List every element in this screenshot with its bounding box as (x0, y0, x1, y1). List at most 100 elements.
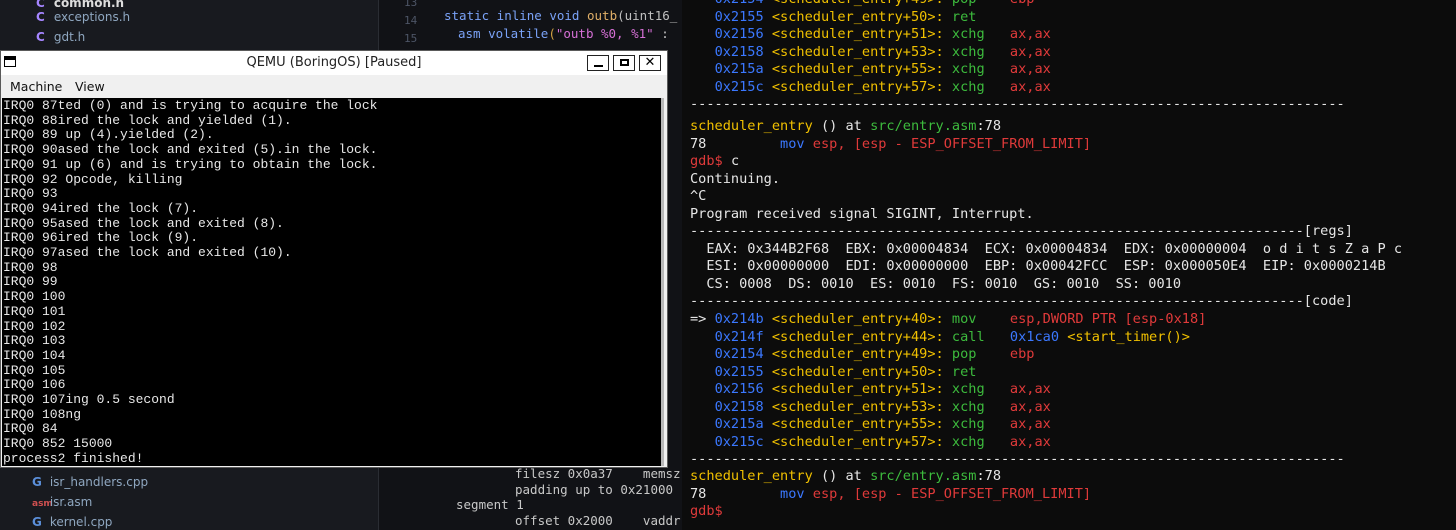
file-name: isr.asm (49, 495, 93, 509)
console-line: IRQ0 101 (3, 303, 66, 319)
file-name: gdt.h (53, 30, 86, 44)
asm-line: 0x215c <scheduler_entry+57>: xchg ax,ax (690, 79, 1051, 96)
gdb-input-line[interactable]: gdb$ (690, 503, 723, 520)
asm-symbol: <scheduler_entry+49>: (772, 0, 944, 7)
scrollbar[interactable] (661, 98, 664, 466)
registers-line: EAX: 0x344B2F68 EBX: 0x00004834 ECX: 0x0… (690, 241, 1403, 257)
file-item-isr-asm[interactable]: asm isr.asm (32, 495, 92, 509)
minimize-button[interactable] (587, 55, 609, 71)
c-file-icon: C (36, 30, 45, 44)
console-line: process2 finished! (3, 450, 144, 466)
asm-symbol: <scheduler_entry+50>: (771, 363, 944, 380)
asm-line: 0x2155 <scheduler_entry+50>: ret (690, 9, 1010, 26)
console-line: IRQ0 92 Opcode, killing (3, 171, 183, 187)
asm-operands: ax,ax (1009, 78, 1051, 95)
asm-operands: 0x1ca0 (1009, 328, 1060, 345)
source-line: 78 mov esp, [esp - ESP_OFFSET_FROM_LIMIT… (690, 486, 1092, 502)
console-line: IRQ0 90ased the lock and exited (5).in t… (3, 142, 378, 158)
file-item-exceptions[interactable]: C exceptions.h (36, 10, 130, 24)
vm-display[interactable]: IRQ0 87ted (0) and is trying to acquire … (2, 98, 664, 466)
console-line: IRQ0 93 (3, 186, 58, 202)
close-button[interactable]: ✕ (639, 55, 661, 71)
c-file-icon: C (36, 10, 45, 24)
asm-mnemonic: xchg (951, 43, 985, 60)
asm-line: 0x2156 <scheduler_entry+51>: xchg ax,ax (690, 381, 1051, 398)
asm-symbol: <scheduler_entry+49>: (771, 346, 944, 362)
console-line: IRQ0 89 up (4).yielded (2). (3, 127, 214, 143)
elf-segment-label: segment 1 (456, 497, 524, 512)
asm-operands: ax,ax (1009, 381, 1051, 397)
line-number: 13 (404, 0, 418, 9)
window-app-icon[interactable] (4, 56, 16, 67)
gdb-terminal[interactable]: 0x2154 <scheduler_entry+49>: popebp 0x21… (682, 0, 1456, 530)
asm-mnemonic: xchg (951, 26, 985, 42)
asm-operands: ax,ax (1009, 26, 1051, 42)
maximize-button[interactable] (613, 55, 635, 71)
title-bar[interactable]: QEMU (BoringOS) [Paused] ✕ (1, 51, 667, 75)
elf-info-line: padding up to 0x21000 (515, 482, 674, 497)
close-icon: ✕ (644, 55, 656, 70)
console-line: IRQ0 107ing 0.5 second (3, 392, 175, 407)
asm-address: 0x215c (714, 433, 764, 450)
gdb-command: c (730, 153, 740, 169)
asm-symbol: <scheduler_entry+44>: (771, 328, 944, 345)
code-line: asm volatile("outb %0, %1" : (458, 26, 669, 41)
asm-mnemonic: call (951, 328, 985, 345)
signal-message: Program received signal SIGINT, Interrup… (690, 206, 1034, 222)
asm-operands: ax,ax (1009, 433, 1051, 450)
menu-machine[interactable]: Machine (10, 79, 62, 94)
asm-mnemonic: xchg (951, 381, 985, 397)
elf-info-line: offset 0x2000 vaddr (515, 513, 681, 528)
file-item-gdt[interactable]: C gdt.h (36, 30, 85, 44)
current-instruction-arrow: => (690, 311, 707, 327)
asm-address: 0x2158 (714, 398, 764, 415)
maximize-icon (619, 59, 629, 66)
minimize-icon (593, 65, 603, 67)
asm-line: 0x2158 <scheduler_entry+53>: xchg ax,ax (690, 399, 1051, 416)
console-line: IRQ0 91 up (6) and is trying to obtain t… (3, 156, 378, 172)
output-line: Continuing. (690, 171, 781, 187)
asm-symbol: <scheduler_entry+55>: (771, 61, 944, 77)
menu-view[interactable]: View (75, 79, 105, 94)
console-line: IRQ0 97ased the lock and exited (10). (3, 245, 292, 260)
asm-address: 0x215c (714, 78, 764, 95)
qemu-window[interactable]: QEMU (BoringOS) [Paused] ✕ Machine View … (0, 50, 668, 468)
console-line: IRQ0 852 15000 (3, 436, 113, 452)
asm-line: 0x2158 <scheduler_entry+53>: xchg ax,ax (690, 44, 1051, 61)
asm-symbol: <scheduler_entry+50>: (771, 8, 944, 25)
asm-address: 0x2154 (714, 346, 764, 362)
console-line: IRQ0 88ired the lock and yielded (1). (3, 112, 292, 128)
asm-operands: ebp (1009, 346, 1035, 362)
console-line: IRQ0 103 (3, 333, 66, 349)
asm-symbol: <scheduler_entry+51>: (771, 26, 944, 42)
console-line: IRQ0 98 (3, 259, 58, 275)
file-name: isr_handlers.cpp (49, 475, 149, 489)
file-item-isr-handlers[interactable]: G isr_handlers.cpp (32, 475, 148, 489)
asm-file-icon: asm (32, 499, 53, 509)
asm-operands: ax,ax (1009, 43, 1051, 60)
console-line: IRQ0 96ired the lock (9). (3, 230, 199, 246)
asm-address: 0x2155 (714, 363, 764, 380)
asm-address: 0x2158 (714, 43, 764, 60)
asm-address: 0x214f (714, 328, 764, 345)
asm-line: 0x2154 <scheduler_entry+49>: popebp (690, 346, 1035, 363)
console-line: IRQ0 102 (3, 318, 66, 334)
file-item-kernel[interactable]: G kernel.cpp (32, 515, 112, 529)
console-line: IRQ0 87ted (0) and is trying to acquire … (3, 98, 378, 113)
asm-line: 0x215c <scheduler_entry+57>: xchg ax,ax (690, 434, 1051, 451)
registers-line: CS: 0008 DS: 0010 ES: 0010 FS: 0010 GS: … (690, 276, 1182, 292)
asm-address: 0x2154 (715, 0, 764, 7)
asm-operands: esp,DWORD PTR [esp-0x18] (1009, 311, 1207, 327)
gdb-prompt: gdb$ (690, 503, 723, 519)
console-line: IRQ0 104 (3, 347, 66, 363)
asm-operands: ax,ax (1009, 416, 1051, 432)
line-number: 15 (404, 32, 418, 45)
line-number: 14 (404, 14, 418, 27)
asm-line: 0x2154 <scheduler_entry+49>: popebp (690, 0, 1035, 8)
asm-symbol: <scheduler_entry+40>: (771, 311, 944, 327)
elf-info-line: filesz 0x0a37 memsz (515, 466, 681, 481)
asm-symbol: <scheduler_entry+51>: (771, 381, 944, 397)
file-item[interactable]: C common.h (36, 0, 124, 10)
asm-address: 0x215a (714, 416, 764, 432)
gdb-command-line: gdb$ c (690, 153, 739, 170)
